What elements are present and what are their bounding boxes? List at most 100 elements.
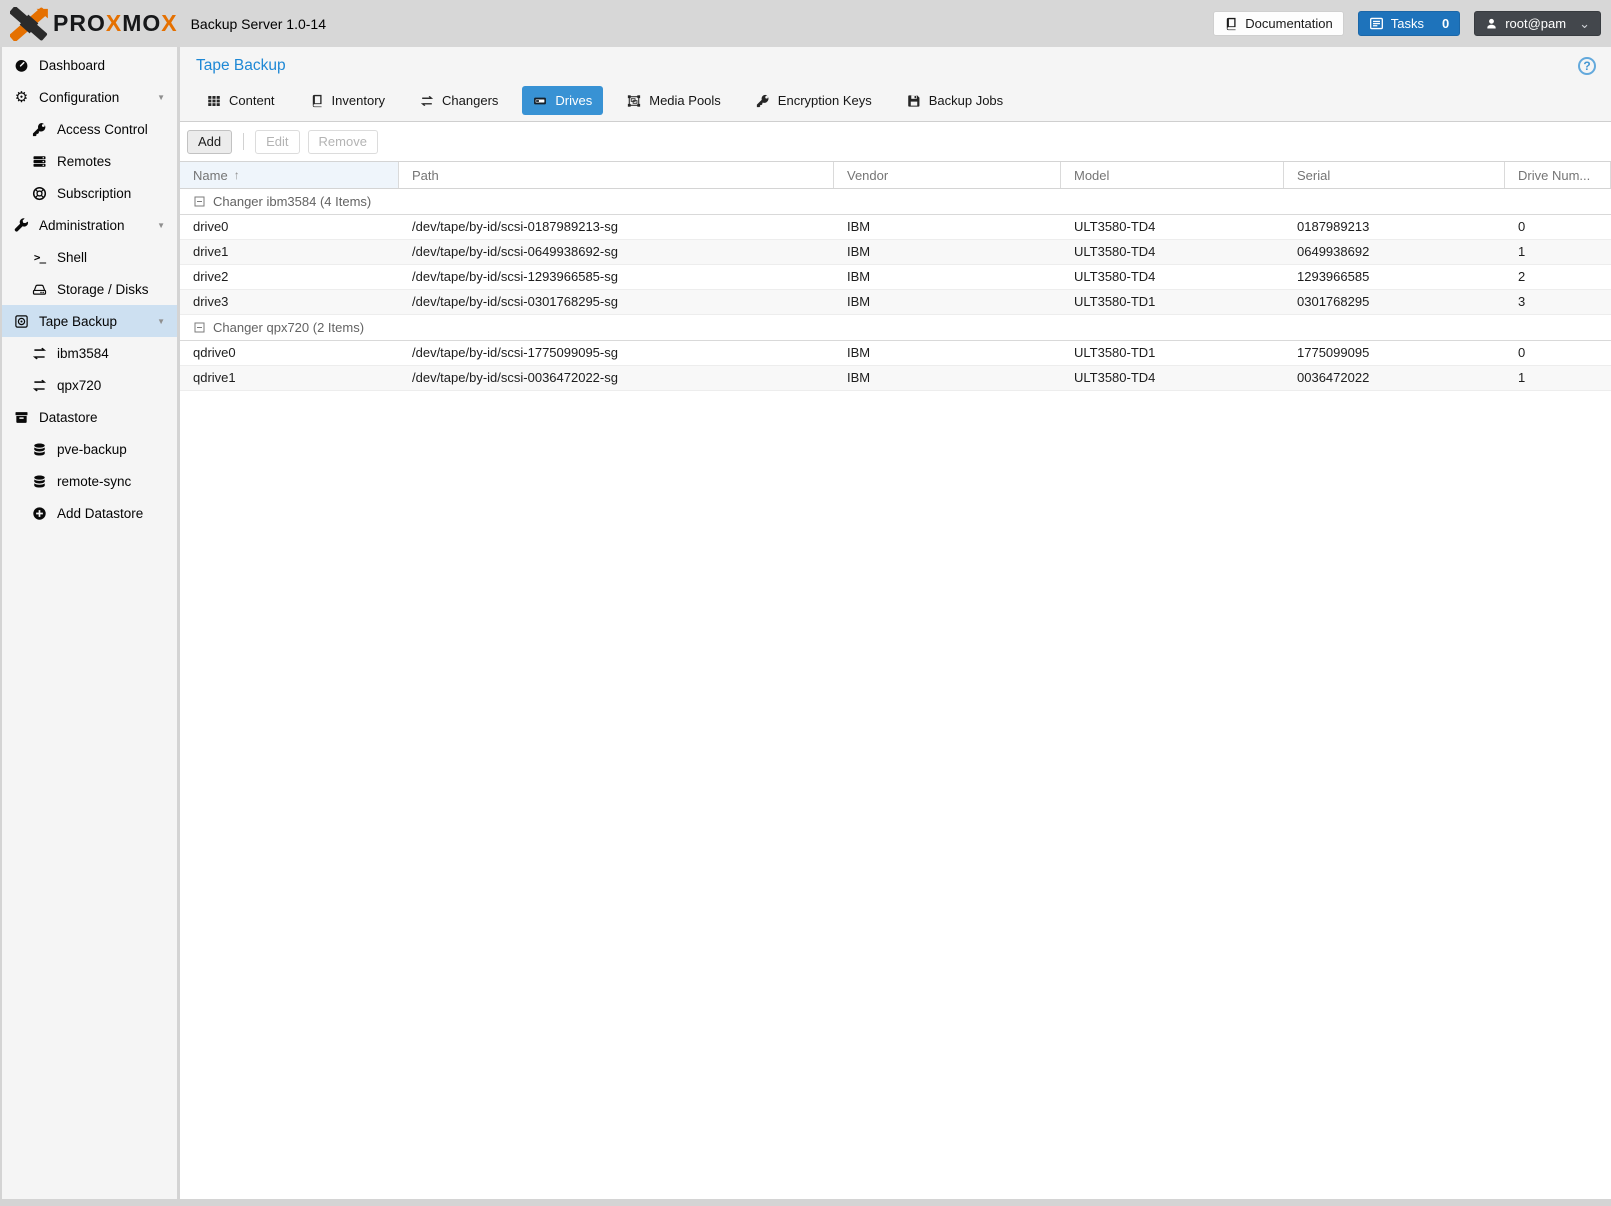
column-header-vendor[interactable]: Vendor [834,162,1061,188]
table-row-drive3[interactable]: drive3 /dev/tape/by-id/scsi-0301768295-s… [180,290,1611,315]
chevron-down-icon[interactable]: ▼ [157,93,165,102]
grid-icon [207,94,221,108]
terminal-icon: >_ [33,250,46,264]
table-row-drive0[interactable]: drive0 /dev/tape/by-id/scsi-0187989213-s… [180,215,1611,240]
exchange-icon [420,94,434,108]
tab-media-pools[interactable]: Media Pools [616,86,732,115]
object-group-icon [627,94,641,108]
sidebar-item-label: remote-sync [57,473,132,489]
sidebar-item-label: ibm3584 [57,345,109,361]
key-icon [756,94,770,108]
sidebar-item-dashboard[interactable]: Dashboard [2,49,177,81]
collapse-minus-icon[interactable] [194,196,205,207]
table-toolbar: Add Edit Remove [180,122,1611,161]
sidebar-item-access-control[interactable]: Access Control [2,113,177,145]
chevron-down-icon[interactable]: ▼ [157,221,165,230]
server-icon [30,154,49,169]
chevron-down-icon[interactable]: ▼ [157,317,165,326]
key-icon [30,122,49,137]
table-row-drive1[interactable]: drive1 /dev/tape/by-id/scsi-0649938692-s… [180,240,1611,265]
book-icon [310,94,324,108]
column-header-serial[interactable]: Serial [1284,162,1505,188]
sidebar-item-label: Access Control [57,121,148,137]
group-row-qpx720[interactable]: Changer qpx720 (2 Items) [180,315,1611,341]
gear-icon: ⚙ [14,88,29,106]
sidebar-item-storage-disks[interactable]: Storage / Disks [2,273,177,305]
content-header: Tape Backup ? Content Inventory Changers [180,47,1611,122]
sidebar: Dashboard ⚙ Configuration ▼ Access Contr… [2,47,180,1199]
sort-ascending-icon: ↑ [233,168,240,182]
add-button[interactable]: Add [187,129,233,154]
database-icon [30,442,49,457]
page-title: Tape Backup [196,57,286,74]
edit-button[interactable]: Edit [255,129,300,154]
group-label: Changer ibm3584 (4 Items) [213,194,372,209]
sidebar-item-label: Shell [57,249,88,265]
sidebar-item-ibm3584[interactable]: ibm3584 [2,337,177,369]
life-ring-icon [30,186,49,201]
wrench-icon [12,217,31,233]
sidebar-item-label: Administration [39,217,125,233]
database-icon [30,474,49,489]
table-row-drive2[interactable]: drive2 /dev/tape/by-id/scsi-1293966585-s… [180,265,1611,290]
documentation-button[interactable]: Documentation [1213,11,1344,36]
table-row-qdrive0[interactable]: qdrive0 /dev/tape/by-id/scsi-1775099095-… [180,341,1611,366]
collapse-minus-icon[interactable] [194,322,205,333]
chevron-down-icon: ⌄ [1579,15,1590,31]
toolbar-separator [243,133,245,150]
exchange-icon [30,346,49,361]
help-icon[interactable]: ? [1578,57,1596,75]
sidebar-item-label: Configuration [39,89,120,105]
sidebar-item-qpx720[interactable]: qpx720 [2,369,177,401]
proxmox-logo: PROXMOX [10,6,178,41]
proxmox-wordmark: PROXMOX [53,10,178,36]
archive-icon [12,410,31,425]
drives-table: Name ↑ Path Vendor Model Serial Drive Nu… [180,161,1611,391]
column-header-path[interactable]: Path [399,162,834,188]
sidebar-item-label: Tape Backup [39,313,118,329]
column-header-name[interactable]: Name ↑ [180,162,399,188]
tasks-button[interactable]: Tasks 0 [1357,11,1461,36]
sidebar-item-label: Dashboard [39,57,106,73]
group-label: Changer qpx720 (2 Items) [213,320,365,335]
tab-bar: Content Inventory Changers Drives Media … [180,81,1611,121]
sidebar-item-datastore[interactable]: Datastore [2,401,177,433]
exchange-icon [30,378,49,393]
tab-inventory[interactable]: Inventory [299,86,396,115]
sidebar-item-label: pve-backup [57,441,127,457]
sidebar-item-remote-sync[interactable]: remote-sync [2,465,177,497]
sidebar-item-tape-backup[interactable]: Tape Backup ▼ [2,305,177,337]
group-row-ibm3584[interactable]: Changer ibm3584 (4 Items) [180,189,1611,215]
tab-changers[interactable]: Changers [409,86,509,115]
tachometer-icon [12,58,31,73]
product-version-label: Backup Server 1.0-14 [190,15,326,32]
task-list-icon [1369,16,1384,31]
plus-circle-icon [30,506,49,521]
sidebar-item-label: Subscription [57,185,132,201]
table-row-qdrive1[interactable]: qdrive1 /dev/tape/by-id/scsi-0036472022-… [180,366,1611,391]
book-icon [1224,17,1238,31]
sidebar-item-add-datastore[interactable]: Add Datastore [2,497,177,529]
sidebar-item-configuration[interactable]: ⚙ Configuration ▼ [2,81,177,113]
sidebar-item-pve-backup[interactable]: pve-backup [2,433,177,465]
table-header-row: Name ↑ Path Vendor Model Serial Drive Nu… [180,161,1611,189]
user-menu-button[interactable]: root@pam ⌄ [1474,11,1601,36]
tab-drives[interactable]: Drives [522,86,604,115]
sidebar-item-label: qpx720 [57,377,102,393]
column-header-model[interactable]: Model [1061,162,1284,188]
sidebar-item-shell[interactable]: >_ Shell [2,241,177,273]
sidebar-item-label: Add Datastore [57,505,144,521]
tab-backup-jobs[interactable]: Backup Jobs [896,86,1014,115]
tab-content[interactable]: Content [196,86,286,115]
hdd-icon [30,282,49,297]
remove-button[interactable]: Remove [307,129,378,154]
sidebar-item-remotes[interactable]: Remotes [2,145,177,177]
sidebar-item-subscription[interactable]: Subscription [2,177,177,209]
proxmox-x-logo-icon [10,6,48,41]
main-panel: Tape Backup ? Content Inventory Changers [180,47,1611,1199]
sidebar-item-administration[interactable]: Administration ▼ [2,209,177,241]
column-header-drive-number[interactable]: Drive Num... [1505,162,1611,188]
tab-encryption-keys[interactable]: Encryption Keys [745,86,883,115]
user-icon [1485,17,1498,30]
sidebar-item-label: Storage / Disks [57,281,149,297]
